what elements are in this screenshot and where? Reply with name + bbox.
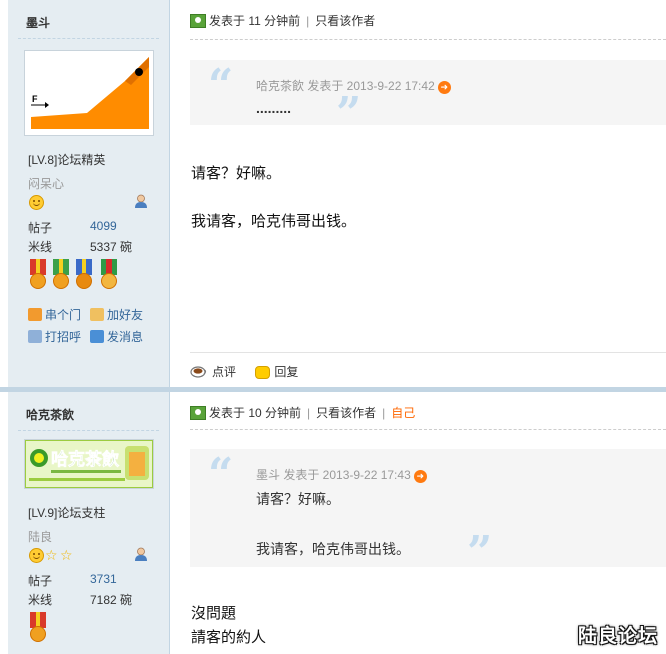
stat-label: 米线	[28, 593, 53, 607]
reply-button[interactable]: 回复	[255, 365, 298, 379]
post-time: 发表于 11 分钟前	[209, 14, 301, 28]
jump-to-post-icon[interactable]: ➜	[413, 470, 427, 483]
stat-label: 米线	[28, 240, 53, 254]
stat-value: 5337 碗	[90, 240, 133, 254]
quote-meta: 墨斗 发表于 2013-9-22 17:43 ➜	[256, 466, 427, 483]
stat-rice: 米线 7182 碗	[28, 591, 132, 608]
divider	[190, 429, 666, 430]
user-level-link[interactable]: [LV.8]论坛精英	[28, 151, 105, 168]
quote-close-icon: ”	[336, 88, 362, 139]
quote-block: “ 墨斗 发表于 2013-9-22 17:43 ➜ 请客？好嘛。 我请客，哈克伟…	[190, 449, 666, 575]
quote-close-icon: ”	[467, 527, 493, 578]
avatar-image: F	[25, 51, 153, 135]
coffee-cup-icon	[190, 366, 207, 378]
home-icon	[28, 308, 42, 321]
post-content: 发表于 11 分钟前 | 只看该作者 “ 哈克茶飲 发表于 2013-9-22 17…	[170, 0, 666, 387]
post-body-line: 沒問題	[191, 605, 237, 622]
medal-icon[interactable]	[28, 259, 48, 293]
online-status-icon	[190, 14, 206, 28]
medal-icon[interactable]	[99, 259, 119, 293]
handshake-icon	[90, 308, 104, 321]
stat-value: 7182 碗	[90, 593, 133, 607]
divider	[18, 430, 159, 431]
divider	[190, 352, 666, 353]
avatar-label: F	[32, 94, 38, 104]
stat-rice: 米线 5337 碗	[28, 238, 132, 255]
medal-icon[interactable]	[74, 259, 94, 293]
post-2: 哈克茶飲 哈克茶飲 [LV.9]论坛支柱 陆良 ☆ ☆ 帖子 3731 米线 7…	[0, 392, 666, 654]
stat-label: 帖子	[28, 574, 53, 588]
wave-icon	[28, 330, 42, 343]
send-message-link[interactable]: 发消息	[90, 328, 143, 345]
post-body-line: 请客？好嘛。	[191, 165, 282, 182]
quote-text: 请客？好嘛。	[256, 491, 340, 507]
stat-label: 帖子	[28, 221, 53, 235]
stat-posts: 帖子 4099	[28, 219, 117, 236]
divider	[190, 39, 666, 40]
smiley-rank-icon	[29, 548, 44, 563]
user-profile-icon[interactable]	[134, 194, 148, 209]
stat-value-link[interactable]: 3731	[90, 572, 117, 586]
post-body-line: 請客的約人	[191, 629, 267, 646]
envelope-icon	[90, 330, 104, 343]
forum-watermark: 陆良论坛	[577, 626, 658, 647]
quote-block: “ 哈克茶飲 发表于 2013-9-22 17:42 ➜ ......... ”	[190, 60, 666, 136]
post-content: 发表于 10 分钟前 | 只看该作者 | 自己 “ 墨斗 发表于 2013-9-22 1…	[170, 392, 666, 654]
quote-text: .........	[256, 100, 292, 116]
author-name-link[interactable]: 墨斗	[26, 14, 50, 31]
post-header: 发表于 10 分钟前 | 只看该作者 | 自己	[190, 404, 415, 421]
say-hello-link[interactable]: 打招呼	[28, 328, 81, 345]
star-rank-icon: ☆	[60, 547, 73, 563]
medal-icon[interactable]	[51, 259, 71, 293]
avatar[interactable]: 哈克茶飲	[24, 439, 154, 489]
divider	[18, 38, 159, 39]
avatar[interactable]: F	[24, 50, 154, 136]
add-friend-link[interactable]: 加好友	[90, 306, 143, 323]
avatar-image: 哈克茶飲	[25, 440, 153, 488]
visit-home-link[interactable]: 串个门	[28, 306, 81, 323]
medal-icon[interactable]	[28, 612, 48, 646]
post-time: 发表于 10 分钟前	[209, 406, 302, 420]
post-1: 墨斗 F [LV.8]论坛精英 闷呆心 帖子 4099 米线 5337 碗 串个…	[0, 0, 666, 387]
rate-button[interactable]: 点评	[190, 365, 239, 379]
only-author-link[interactable]: 只看该作者	[316, 406, 376, 420]
author-panel: 墨斗 F [LV.8]论坛精英 闷呆心 帖子 4099 米线 5337 碗 串个…	[8, 0, 170, 387]
star-rank-icon: ☆	[45, 547, 58, 563]
stat-value-link[interactable]: 4099	[90, 219, 117, 233]
user-nickname: 闷呆心	[28, 177, 65, 191]
post-footer: 点评 回复	[190, 363, 666, 380]
quote-open-icon: “	[208, 60, 234, 111]
user-profile-icon[interactable]	[134, 547, 148, 562]
avatar-label: 哈克茶飲	[51, 449, 120, 470]
smiley-rank-icon	[29, 195, 44, 210]
reply-bubble-icon	[255, 366, 271, 379]
only-author-link[interactable]: 只看该作者	[315, 14, 375, 28]
post-body-line: 我请客，哈克伟哥出钱。	[191, 213, 357, 230]
self-link[interactable]: 自己	[391, 406, 415, 420]
stat-posts: 帖子 3731	[28, 572, 117, 589]
user-level-link[interactable]: [LV.9]论坛支柱	[28, 504, 105, 521]
quote-text: 我请客，哈克伟哥出钱。	[256, 541, 410, 557]
quote-open-icon: “	[208, 449, 234, 500]
author-name-link[interactable]: 哈克茶飲	[26, 406, 74, 423]
jump-to-post-icon[interactable]: ➜	[437, 81, 451, 94]
online-status-icon	[190, 406, 206, 420]
post-header: 发表于 11 分钟前 | 只看该作者	[190, 12, 375, 29]
user-nickname: 陆良	[28, 530, 53, 544]
author-panel: 哈克茶飲 哈克茶飲 [LV.9]论坛支柱 陆良 ☆ ☆ 帖子 3731 米线 7…	[8, 392, 170, 654]
